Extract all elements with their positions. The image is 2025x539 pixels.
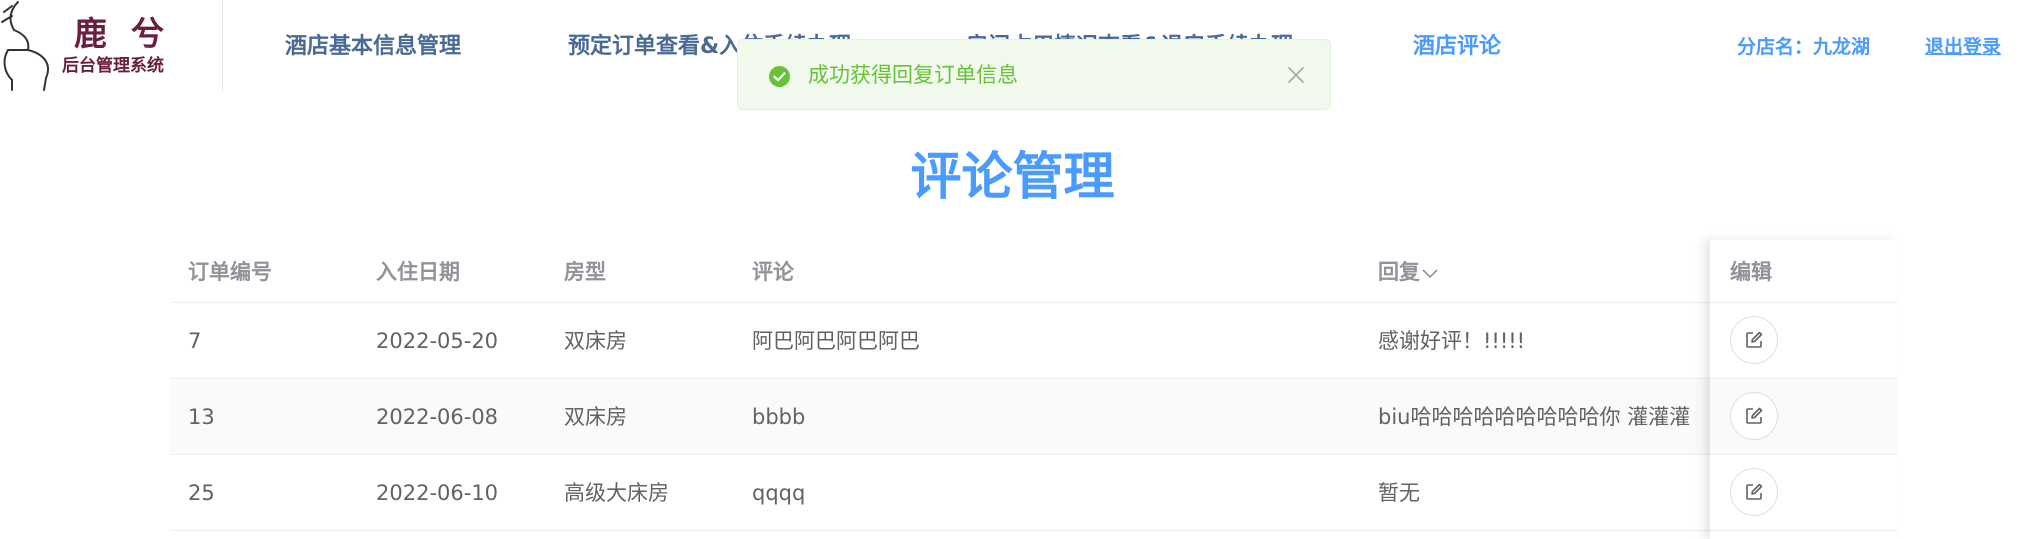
edit-button[interactable] [1730, 392, 1778, 440]
cell-order-id: 7 [188, 329, 202, 353]
edit-button[interactable] [1730, 316, 1778, 364]
table-row: 7 2022-05-20 双床房 阿巴阿巴阿巴阿巴 感谢好评！!!!!! [170, 303, 1897, 379]
column-header-room-type: 房型 [564, 260, 606, 284]
cell-comment: qqqq [752, 481, 806, 505]
branch-name: 分店名：九龙湖 [1737, 36, 1871, 58]
column-header-checkin-date: 入住日期 [376, 260, 460, 284]
column-header-comment: 评论 [752, 260, 794, 284]
deer-antler-icon [1, 1, 49, 91]
edit-column: 编辑 [1710, 240, 1897, 539]
edit-icon [1746, 483, 1763, 500]
edit-icon [1746, 331, 1763, 348]
cell-comment: 阿巴阿巴阿巴阿巴 [752, 329, 920, 353]
cell-checkin-date: 2022-06-10 [376, 481, 499, 505]
edit-cell [1710, 379, 1897, 455]
cell-checkin-date: 2022-06-08 [376, 405, 499, 429]
brand-subtitle: 后台管理系统 [62, 56, 164, 76]
cell-room-type: 双床房 [564, 405, 627, 429]
brand-title: 鹿兮 [74, 14, 188, 53]
cell-checkin-date: 2022-05-20 [376, 329, 499, 353]
cell-order-id: 13 [188, 405, 215, 429]
page-title: 评论管理 [910, 148, 1115, 207]
edit-cell [1710, 455, 1897, 531]
chevron-down-icon[interactable] [1422, 269, 1438, 279]
close-icon[interactable] [1286, 65, 1306, 85]
check-circle-icon [769, 66, 790, 87]
success-toast: 成功获得回复订单信息 [737, 39, 1331, 110]
column-header-edit: 编辑 [1730, 260, 1772, 284]
cell-room-type: 双床房 [564, 329, 627, 353]
edit-icon [1746, 407, 1763, 424]
cell-reply: biu哈哈哈哈哈哈哈哈哈你 灌灌灌 [1378, 405, 1691, 429]
column-header-order-id: 订单编号 [188, 260, 272, 284]
edit-cell [1710, 303, 1897, 379]
cell-order-id: 25 [188, 481, 215, 505]
toast-message: 成功获得回复订单信息 [808, 63, 1018, 87]
table-row: 13 2022-06-08 双床房 bbbb biu哈哈哈哈哈哈哈哈哈你 灌灌灌 [170, 379, 1897, 455]
cell-room-type: 高级大床房 [564, 481, 669, 505]
column-header-reply-label: 回复 [1378, 260, 1420, 284]
cell-reply: 暂无 [1378, 481, 1420, 505]
edit-button[interactable] [1730, 468, 1778, 516]
logo: 鹿兮 后台管理系统 [0, 0, 222, 92]
nav-item-reviews[interactable]: 酒店评论 [1413, 32, 1501, 62]
reviews-table: 订单编号 入住日期 房型 评论 回复 7 2022-05-20 双床房 阿巴阿巴… [170, 240, 1897, 539]
nav-item-hotel-info[interactable]: 酒店基本信息管理 [285, 32, 461, 62]
column-header-reply[interactable]: 回复 [1378, 257, 1438, 287]
cell-comment: bbbb [752, 405, 806, 429]
cell-reply: 感谢好评！!!!!! [1378, 329, 1526, 353]
table-row: 25 2022-06-10 高级大床房 qqqq 暂无 [170, 455, 1897, 531]
logout-link[interactable]: 退出登录 [1925, 32, 2001, 62]
header-divider [222, 0, 223, 92]
